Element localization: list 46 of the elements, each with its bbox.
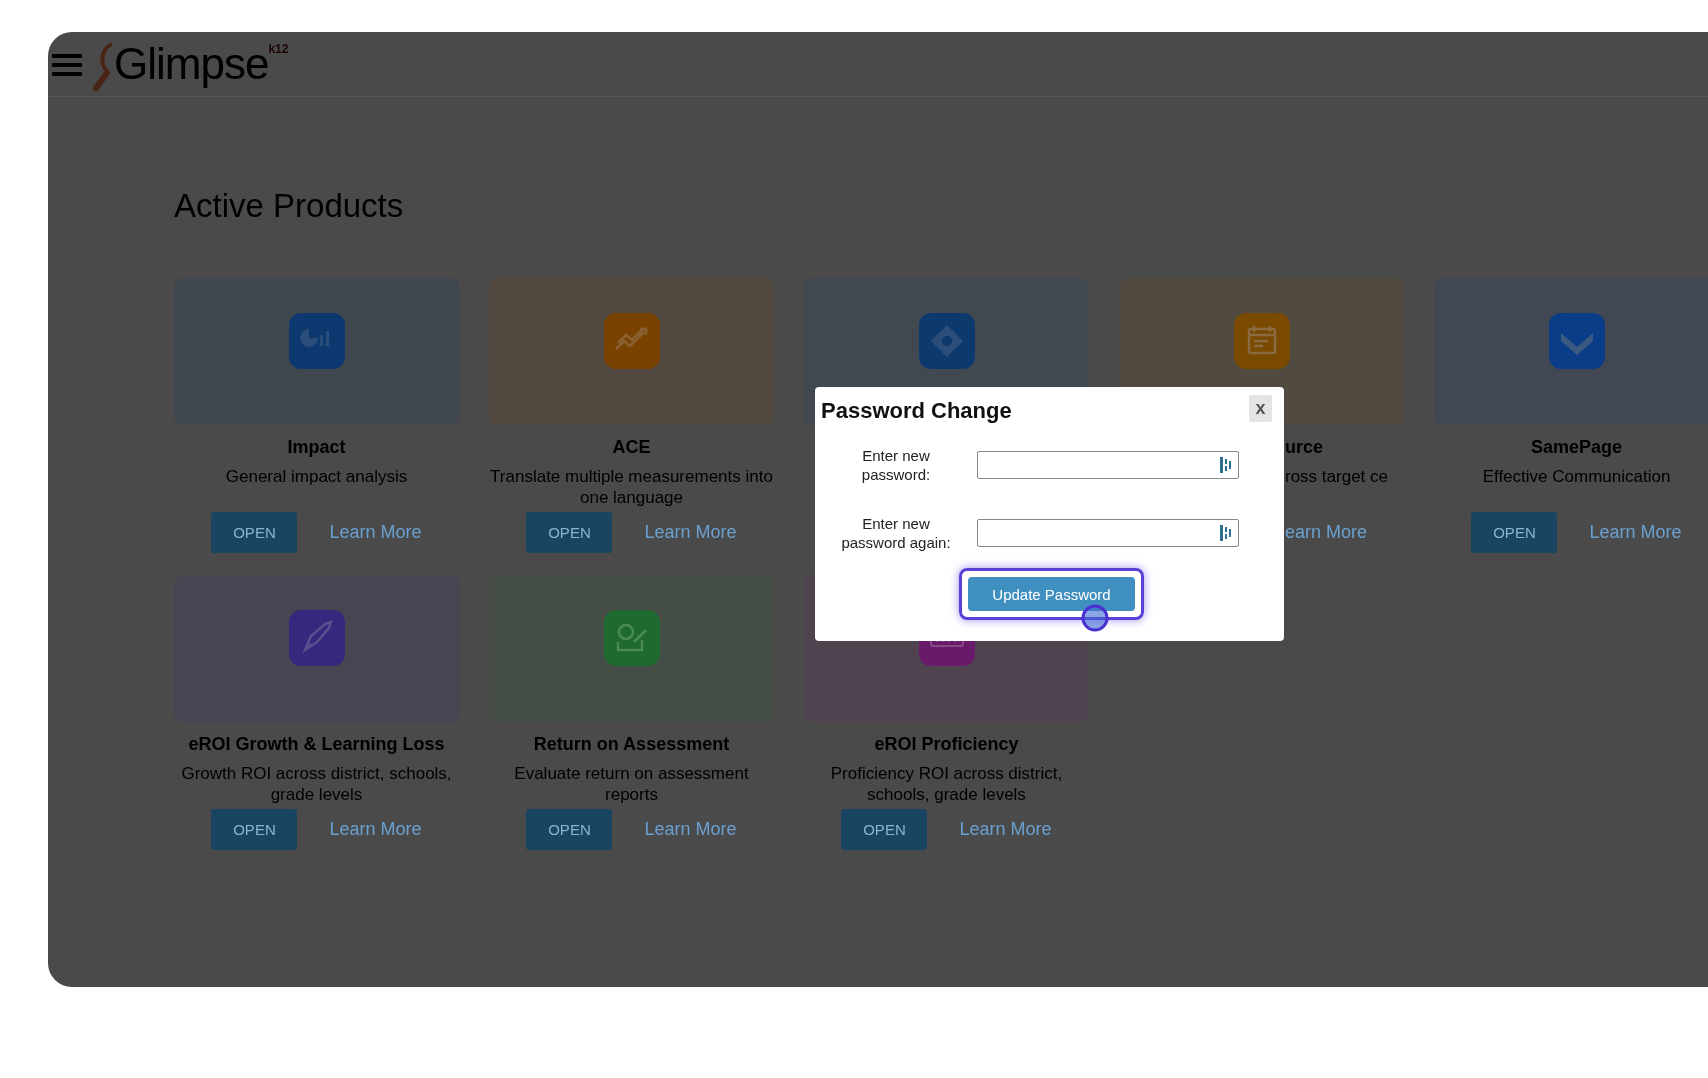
product-description: Translate multiple measurements into one language: [489, 466, 774, 508]
cursor-icon: [1081, 604, 1109, 632]
product-title: eROI Proficiency: [874, 734, 1019, 755]
bars-icon[interactable]: [1220, 525, 1232, 541]
logo-superscript: k12: [268, 42, 289, 56]
product-title: SamePage: [1530, 437, 1623, 458]
open-button[interactable]: OPEN: [841, 809, 928, 850]
learn-more-link[interactable]: Learn More: [1589, 522, 1682, 543]
product-description: Growth ROI across district, schools, grade levels: [180, 763, 453, 805]
open-button[interactable]: OPEN: [211, 809, 298, 850]
product-description: Proficiency ROI across district, schools, grade levels: [829, 763, 1064, 805]
calendar-app-icon[interactable]: [1233, 313, 1290, 369]
close-button[interactable]: x: [1249, 395, 1272, 422]
chart-app-icon[interactable]: [288, 313, 345, 369]
bars-icon[interactable]: [1220, 457, 1232, 473]
product-title: ACE: [612, 437, 651, 458]
update-password-button[interactable]: Update Password: [968, 577, 1135, 611]
product-description: Evaluate return on assessment reports: [513, 763, 750, 805]
product-description: General impact analysis: [225, 466, 408, 488]
product-title: Return on Assessment: [533, 734, 730, 755]
product-description: Effective Communication: [1482, 466, 1671, 488]
open-button[interactable]: OPEN: [526, 809, 613, 850]
password-field[interactable]: [977, 451, 1239, 479]
menu-icon[interactable]: [52, 52, 82, 78]
learn-more-link[interactable]: earn More: [1285, 522, 1368, 543]
field-label: Enter new password again:: [841, 514, 951, 552]
learn-more-link[interactable]: Learn More: [329, 522, 422, 543]
trend-app-icon[interactable]: [603, 313, 660, 369]
product-title: Impact: [287, 437, 346, 458]
diamond-app-icon[interactable]: [918, 313, 975, 369]
logo-text: Glimpse: [114, 38, 269, 90]
pencil-app-icon[interactable]: [603, 610, 660, 666]
learn-more-link[interactable]: Learn More: [329, 819, 422, 840]
password-field[interactable]: [977, 519, 1239, 547]
learn-more-link[interactable]: Learn More: [644, 819, 737, 840]
learn-more-link[interactable]: Learn More: [644, 522, 737, 543]
open-button[interactable]: OPEN: [526, 512, 613, 553]
open-button[interactable]: OPEN: [1471, 512, 1558, 553]
field-label: Enter new password:: [860, 446, 932, 484]
product-title: eROI Growth & Learning Loss: [188, 734, 445, 755]
dialog-title: Password Change: [821, 398, 1012, 424]
page-heading: Active Products: [174, 187, 405, 225]
product-title: urce: [1285, 437, 1324, 458]
learn-more-link[interactable]: Learn More: [959, 819, 1052, 840]
open-button[interactable]: OPEN: [211, 512, 298, 553]
product-description: ross target ce: [1285, 466, 1389, 488]
